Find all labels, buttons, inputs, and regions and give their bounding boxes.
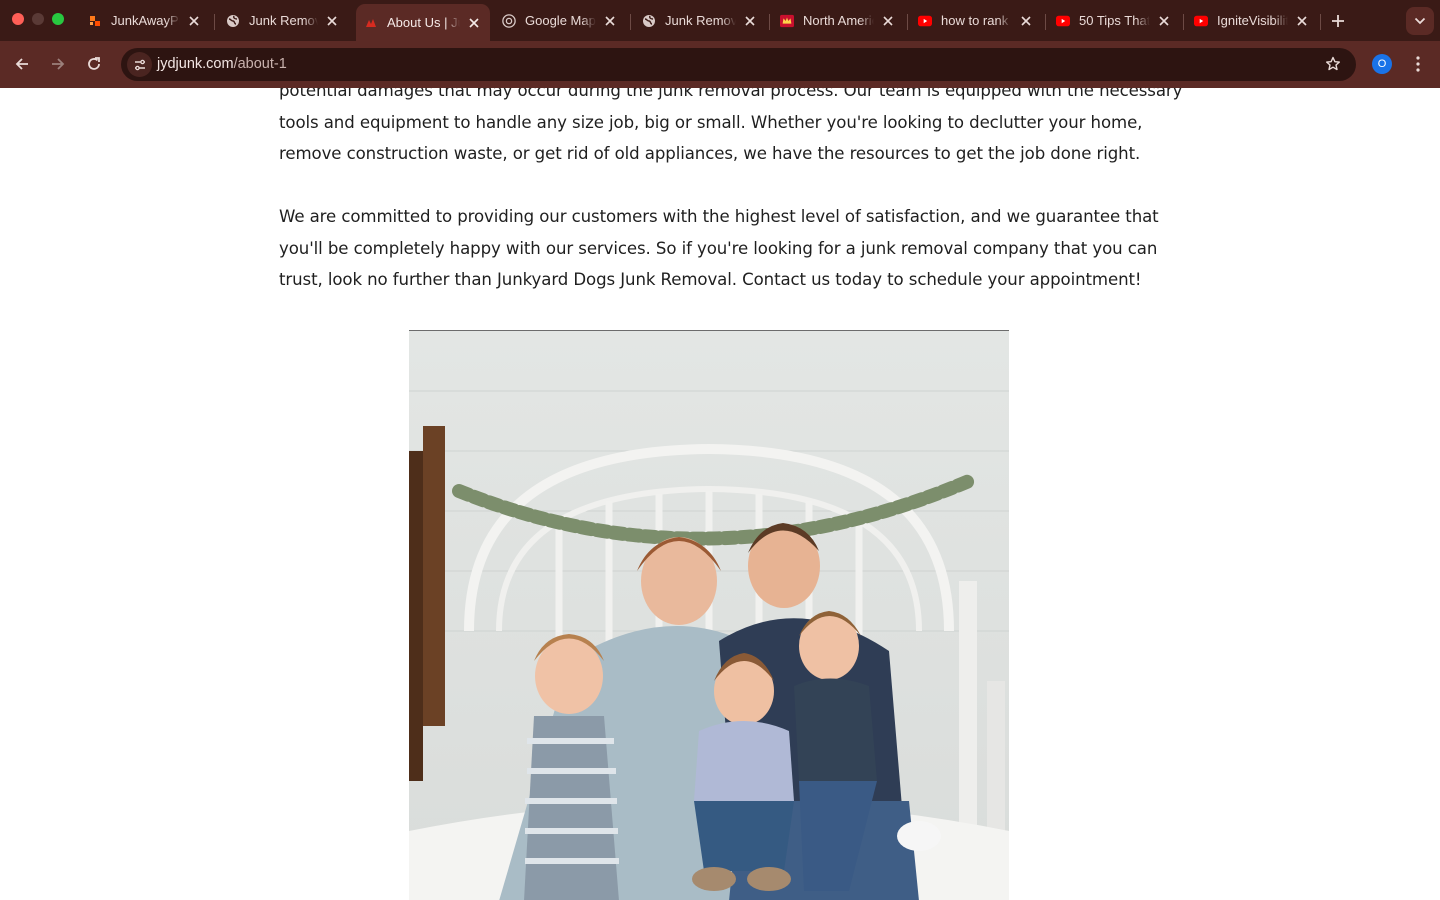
close-tab-icon[interactable]	[742, 13, 758, 29]
browser-tab[interactable]: 50 Tips That	[1048, 6, 1180, 35]
junkaway-icon	[88, 14, 102, 28]
browser-tab[interactable]: JunkAwayPro	[80, 6, 210, 35]
browser-tab[interactable]: North American	[772, 6, 904, 35]
site-info-icon[interactable]	[127, 52, 152, 77]
tab-title: how to rank	[941, 13, 1009, 28]
about-paragraph: potential damages that may occur during …	[279, 88, 1183, 163]
url-domain: jydjunk.com	[157, 56, 234, 72]
page-content: potential damages that may occur during …	[0, 88, 1440, 900]
browser-tab[interactable]: how to rank	[910, 6, 1042, 35]
close-tab-icon[interactable]	[602, 13, 618, 29]
close-tab-icon[interactable]	[324, 13, 340, 29]
youtube-icon	[1056, 14, 1070, 28]
tab-title: North American	[803, 13, 874, 28]
minimize-window-button[interactable]	[32, 13, 44, 25]
tab-strip: JunkAwayPro Junk Removal About Us | Junk…	[0, 0, 1440, 41]
browser-toolbar: jydjunk.com/about-1	[0, 41, 1440, 88]
close-tab-icon[interactable]	[466, 15, 482, 31]
maximize-window-button[interactable]	[52, 13, 64, 25]
address-bar[interactable]: jydjunk.com/about-1	[121, 48, 1356, 81]
youtube-icon	[1194, 14, 1208, 28]
browser-tab[interactable]: Junk Removal	[218, 6, 348, 35]
tab-title: Junk Removal	[249, 13, 318, 28]
about-paragraph: We are committed to providing our custom…	[279, 207, 1159, 289]
new-tab-button[interactable]	[1328, 11, 1348, 31]
tab-title: Google Maps	[525, 13, 596, 28]
close-window-button[interactable]	[12, 13, 24, 25]
browser-menu-icon[interactable]	[1408, 52, 1428, 76]
url-path: /about-1	[233, 56, 287, 72]
tab-title: JunkAwayPro	[111, 13, 180, 28]
forward-button[interactable]	[47, 53, 69, 75]
tab-title: IgniteVisibility	[1217, 13, 1288, 28]
youtube-icon	[918, 14, 932, 28]
maps-icon	[502, 13, 516, 28]
close-tab-icon[interactable]	[1156, 13, 1172, 29]
browser-tab[interactable]: Junk Removal	[634, 6, 766, 35]
tab-title: Junk Removal	[665, 13, 736, 28]
close-tab-icon[interactable]	[1018, 13, 1034, 29]
url-text[interactable]: jydjunk.com/about-1	[157, 56, 287, 72]
close-tab-icon[interactable]	[880, 13, 896, 29]
crown-icon	[780, 14, 794, 28]
family-photo	[409, 330, 1009, 900]
close-tab-icon[interactable]	[186, 13, 202, 29]
browser-tab[interactable]: Google Maps	[494, 6, 626, 35]
profile-avatar[interactable]: O	[1372, 54, 1392, 74]
tab-title: About Us | Junkyard Dogs	[387, 15, 460, 30]
browser-tab-active[interactable]: About Us | Junkyard Dogs	[356, 4, 490, 41]
reload-button[interactable]	[83, 53, 105, 75]
jyd-logo-icon	[364, 16, 378, 30]
back-button[interactable]	[11, 53, 33, 75]
bookmark-star-icon[interactable]	[1324, 55, 1342, 73]
tab-title: 50 Tips That	[1079, 13, 1150, 28]
close-tab-icon[interactable]	[1294, 13, 1310, 29]
globe-icon	[642, 14, 656, 28]
globe-icon	[226, 14, 240, 28]
browser-tab[interactable]: IgniteVisibility	[1186, 6, 1318, 35]
tab-search-button[interactable]	[1406, 7, 1434, 35]
